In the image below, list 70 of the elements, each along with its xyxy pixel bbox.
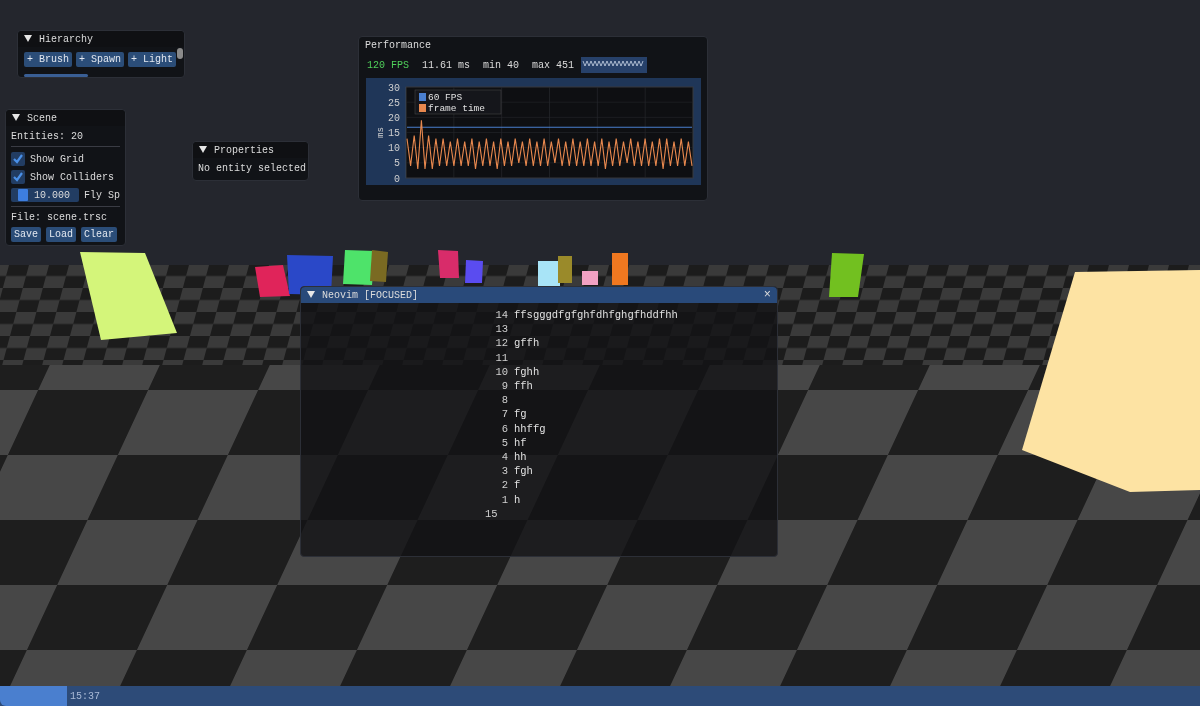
line-number: 11 — [494, 351, 508, 364]
legend-label: 60 FPS — [428, 92, 463, 103]
window-title: Scene — [27, 112, 57, 124]
line-number: 8 — [500, 394, 508, 407]
triangle-icon[interactable] — [24, 35, 32, 43]
line-number: 14 — [494, 309, 508, 322]
checkbox[interactable] — [11, 152, 25, 166]
clock: 15:37 — [70, 690, 100, 702]
code-line: h — [514, 493, 521, 506]
empty-message: No entity selected — [198, 163, 303, 174]
scrollbar[interactable] — [24, 74, 88, 77]
code-line: ffsgggdfgfghfdhfghgfhddfhh — [514, 309, 678, 322]
code-line: f — [514, 479, 521, 492]
slider-label: Fly Sp — [84, 189, 120, 201]
slider-thumb[interactable] — [17, 189, 28, 201]
line-number: 9 — [500, 380, 508, 393]
line-number: 1 — [500, 493, 508, 506]
checkbox[interactable] — [11, 170, 25, 184]
line-number: 6 — [500, 422, 508, 435]
tick-label: 0 — [394, 173, 400, 185]
line-number: 7 — [500, 408, 508, 421]
entity-count: Entities: 20 — [11, 131, 84, 142]
checkbox-label: Show Colliders — [30, 171, 114, 183]
line-number: 2 — [500, 479, 508, 492]
triangle-icon[interactable] — [307, 291, 315, 299]
tick-label: 20 — [388, 112, 400, 124]
scene-button[interactable]: Save — [11, 227, 41, 242]
code-line: fgh — [514, 465, 533, 478]
code-line: ffh — [514, 380, 533, 393]
min-reading: min 40 — [483, 59, 520, 71]
tick-label: 15 — [388, 128, 400, 139]
frame-time: 11.61 ms — [422, 59, 471, 71]
line-number: 4 — [500, 450, 508, 463]
scene-button[interactable]: Load — [46, 227, 77, 242]
fps-reading: 120 FPS — [367, 59, 409, 71]
checkbox-label: Show Grid — [30, 153, 84, 165]
add-button[interactable]: + Brush — [24, 52, 72, 67]
add-button[interactable]: + Spawn — [76, 52, 125, 67]
tick-label: 5 — [394, 158, 400, 170]
scene-button[interactable]: Clear — [81, 227, 118, 242]
line-number: 3 — [500, 465, 508, 478]
sparkline — [581, 57, 648, 73]
window-title: Performance — [365, 39, 431, 51]
code-line: gffh — [514, 337, 540, 350]
line-number: 10 — [494, 365, 508, 378]
add-button[interactable]: + Light — [128, 52, 177, 67]
max-reading: max 451 — [532, 59, 575, 71]
code-line: fg — [514, 408, 527, 421]
line-number: 12 — [494, 337, 508, 350]
tick-label: 25 — [388, 97, 400, 109]
file-name: File: scene.trsc — [11, 212, 108, 223]
slider[interactable]: 10.000 — [11, 188, 79, 202]
scrollbar-thumb[interactable] — [177, 48, 183, 59]
line-number: 15 — [485, 507, 499, 520]
window-title: Hierarchy — [39, 33, 93, 45]
triangle-icon[interactable] — [12, 114, 20, 122]
window-title: Properties — [214, 144, 274, 156]
close-button[interactable]: × — [763, 288, 771, 302]
axis-label: ms — [376, 127, 386, 138]
line-number: 13 — [494, 323, 508, 336]
code-line: hhffg — [514, 422, 546, 435]
code-line: fghh — [514, 365, 540, 378]
code-line: hf — [514, 436, 527, 449]
tick-label: 30 — [388, 82, 400, 94]
triangle-icon[interactable] — [199, 146, 207, 154]
code-line: hh — [514, 450, 527, 463]
tick-label: 10 — [388, 143, 400, 155]
window-title: Neovim [FOCUSED] — [322, 289, 418, 301]
line-number: 5 — [500, 436, 508, 449]
legend-label: frame time — [428, 103, 485, 114]
